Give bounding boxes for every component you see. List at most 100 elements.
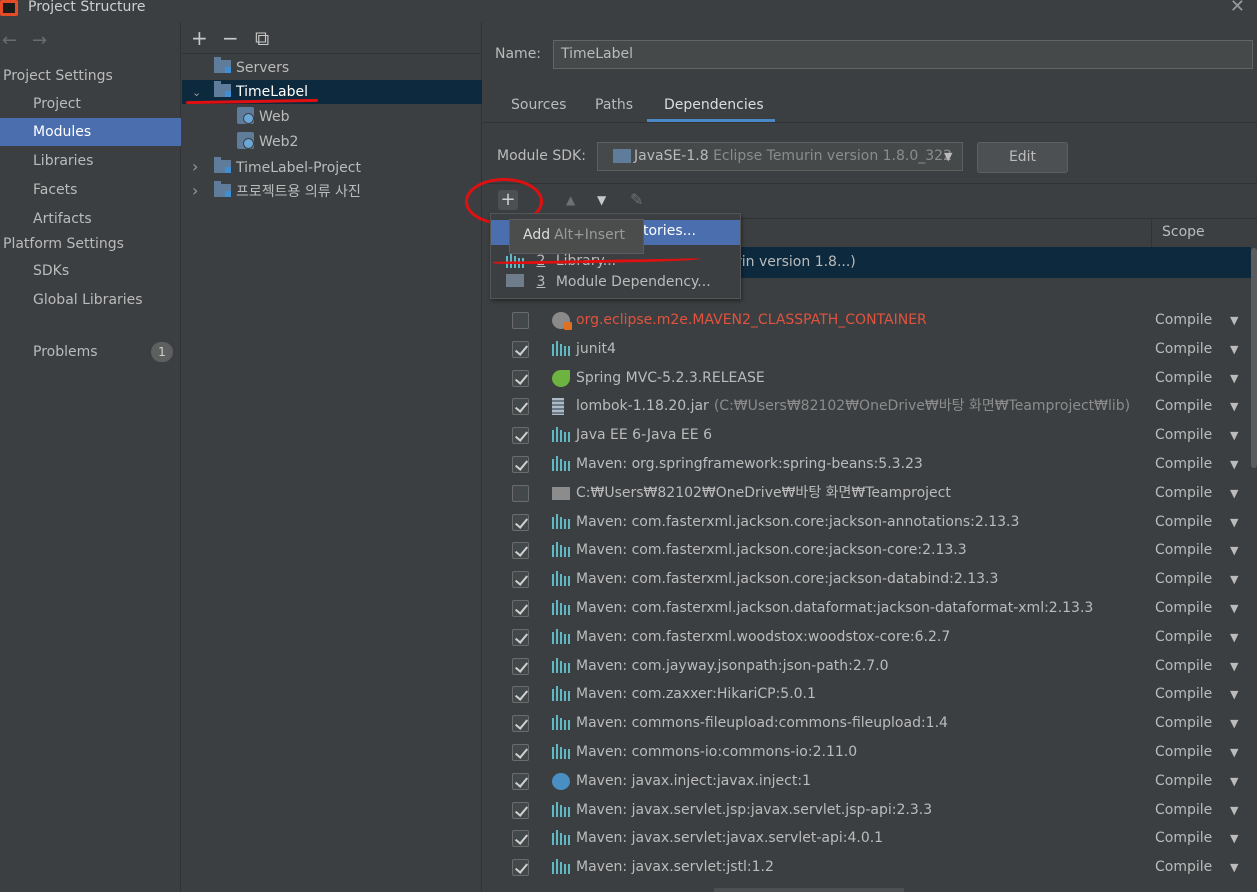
chevron-down-icon[interactable]: ▼ [1230,536,1238,565]
dependency-row[interactable]: Maven: com.fasterxml.jackson.dataformat:… [490,594,1251,623]
scope-select[interactable]: Compile [1155,738,1212,767]
scope-select[interactable]: Compile [1155,594,1212,623]
chevron-down-icon[interactable]: ▼ [1230,767,1238,796]
export-checkbox[interactable] [512,715,529,733]
dependency-row[interactable]: Maven: com.fasterxml.jackson.core:jackso… [490,536,1251,565]
chevron-down-icon[interactable]: ▼ [1230,680,1238,709]
close-icon[interactable]: ✕ [1230,0,1245,17]
scope-select[interactable]: Compile [1155,652,1212,681]
export-checkbox[interactable] [512,312,529,329]
dependency-row[interactable]: Maven: javax.servlet.jsp:javax.servlet.j… [490,796,1251,825]
dependency-row[interactable]: Maven: javax.servlet:javax.servlet-api:4… [490,824,1251,853]
dependency-row[interactable]: lombok-1.18.20.jar (C:₩Users₩82102₩OneDri… [490,392,1251,421]
scope-select[interactable]: Compile [1155,450,1212,479]
export-checkbox[interactable] [512,772,529,790]
table-scrollbar[interactable] [1251,248,1257,468]
dependency-row[interactable]: Maven: commons-fileupload:commons-fileup… [490,709,1251,738]
dependency-row[interactable]: Maven: javax.servlet:jstl:1.2 Compile ▼ [490,853,1251,882]
chevron-down-icon[interactable]: ▼ [1230,709,1238,738]
move-up-icon[interactable]: ▲ [566,193,575,207]
dependency-row[interactable]: Maven: commons-io:commons-io:2.11.0 Compi… [490,738,1251,767]
dependency-row[interactable]: junit4 Compile ▼ [490,335,1251,364]
chevron-right-icon[interactable]: › [192,155,206,179]
dependency-row[interactable]: C:₩Users₩82102₩OneDrive₩바탕 화면₩Teamprojec… [490,479,1251,508]
scope-select[interactable]: Compile [1155,767,1212,796]
dependency-row[interactable]: Maven: javax.inject:javax.inject:1 Compil… [490,767,1251,796]
export-checkbox[interactable] [512,830,529,848]
sidebar-item-sdks[interactable]: SDKs [0,257,181,285]
chevron-down-icon[interactable]: ▼ [1230,652,1238,681]
tree-item-web2[interactable]: Web2 [182,130,482,154]
tree-item-timelabel-project[interactable]: › TimeLabel-Project [182,155,482,179]
chevron-down-icon[interactable]: ▼ [1230,565,1238,594]
dependency-row[interactable]: org.eclipse.m2e.MAVEN2_CLASSPATH_CONTAIN… [490,306,1251,335]
module-name-input[interactable]: TimeLabel [553,40,1253,69]
export-checkbox[interactable] [512,801,529,819]
dependency-row[interactable]: Maven: com.zaxxer:HikariCP:5.0.1 Compile ▼ [490,680,1251,709]
chevron-down-icon[interactable]: ▼ [1230,508,1238,537]
chevron-down-icon[interactable]: ▼ [1230,853,1238,882]
tree-item-web[interactable]: Web [182,105,482,129]
remove-module-button[interactable]: − [222,26,239,50]
scope-select[interactable]: Compile [1155,421,1212,450]
chevron-down-icon[interactable]: ▼ [1230,364,1238,393]
chevron-down-icon[interactable]: ▼ [1230,450,1238,479]
chevron-down-icon[interactable]: ▼ [1230,796,1238,825]
back-arrow-icon[interactable]: ← [2,30,17,51]
chevron-down-icon[interactable]: ▼ [1230,392,1238,421]
export-checkbox[interactable] [512,456,529,473]
dependency-row[interactable]: Maven: com.fasterxml.jackson.core:jackso… [490,565,1251,594]
chevron-down-icon[interactable]: ▼ [944,150,952,163]
scope-select[interactable]: Compile [1155,709,1212,738]
forward-arrow-icon[interactable]: → [32,30,47,51]
scope-select[interactable]: Compile [1155,364,1212,393]
export-checkbox[interactable] [512,542,529,560]
tree-item-servers[interactable]: Servers [182,56,482,80]
chevron-down-icon[interactable]: ▼ [1230,306,1238,335]
chevron-down-icon[interactable]: ▼ [1230,335,1238,364]
scope-select[interactable]: Compile [1155,536,1212,565]
scope-select[interactable]: Compile [1155,508,1212,537]
move-down-icon[interactable]: ▼ [597,193,606,207]
chevron-down-icon[interactable]: ▼ [1230,594,1238,623]
scope-select[interactable]: Compile [1155,306,1212,335]
chevron-down-icon[interactable]: ▼ [1230,824,1238,853]
scope-select[interactable]: Compile [1155,680,1212,709]
sidebar-item-artifacts[interactable]: Artifacts [0,205,181,233]
tab-dependencies[interactable]: Dependencies [664,97,764,113]
scope-select[interactable]: Compile [1155,853,1212,882]
sidebar-item-libraries[interactable]: Libraries [0,147,181,175]
tab-paths[interactable]: Paths [595,97,633,113]
chevron-right-icon[interactable]: › [192,179,206,203]
scope-select[interactable]: Compile [1155,392,1212,421]
export-checkbox[interactable] [512,628,529,646]
popup-item-module-dependency[interactable]: 3 Module Dependency... [506,274,711,290]
scope-select[interactable]: Compile [1155,479,1212,508]
tab-sources[interactable]: Sources [511,97,566,113]
export-checkbox[interactable] [512,513,529,531]
dependency-row[interactable]: Java EE 6-Java EE 6 Compile ▼ [490,421,1251,450]
scope-select[interactable]: Compile [1155,796,1212,825]
scope-select[interactable]: Compile [1155,824,1212,853]
copy-module-button[interactable]: ⧉ [255,26,269,50]
export-checkbox[interactable] [512,369,529,387]
export-checkbox[interactable] [512,600,529,617]
sidebar-item-project[interactable]: Project [0,90,181,118]
dependency-row[interactable]: Spring MVC-5.2.3.RELEASE Compile ▼ [490,364,1251,393]
scope-select[interactable]: Compile [1155,335,1212,364]
dependency-row[interactable]: Maven: org.springframework:spring-beans:… [490,450,1251,479]
add-module-button[interactable]: + [191,26,208,50]
chevron-down-icon[interactable]: ▼ [1230,738,1238,767]
sidebar-item-facets[interactable]: Facets [0,176,181,204]
dependency-row[interactable]: Maven: com.fasterxml.jackson.core:jackso… [490,508,1251,537]
dependency-row[interactable]: Maven: com.jayway.jsonpath:json-path:2.7… [490,652,1251,681]
sidebar-item-modules[interactable]: Modules [0,118,181,146]
scope-column-header[interactable]: Scope [1151,218,1251,247]
export-checkbox[interactable] [512,484,529,502]
export-checkbox[interactable] [512,686,529,704]
chevron-down-icon[interactable]: ▼ [1230,623,1238,652]
dependency-row[interactable]: Maven: com.fasterxml.woodstox:woodstox-c… [490,623,1251,652]
edit-dependency-icon[interactable]: ✎ [630,190,643,209]
export-checkbox[interactable] [512,571,529,589]
scope-select[interactable]: Compile [1155,623,1212,652]
